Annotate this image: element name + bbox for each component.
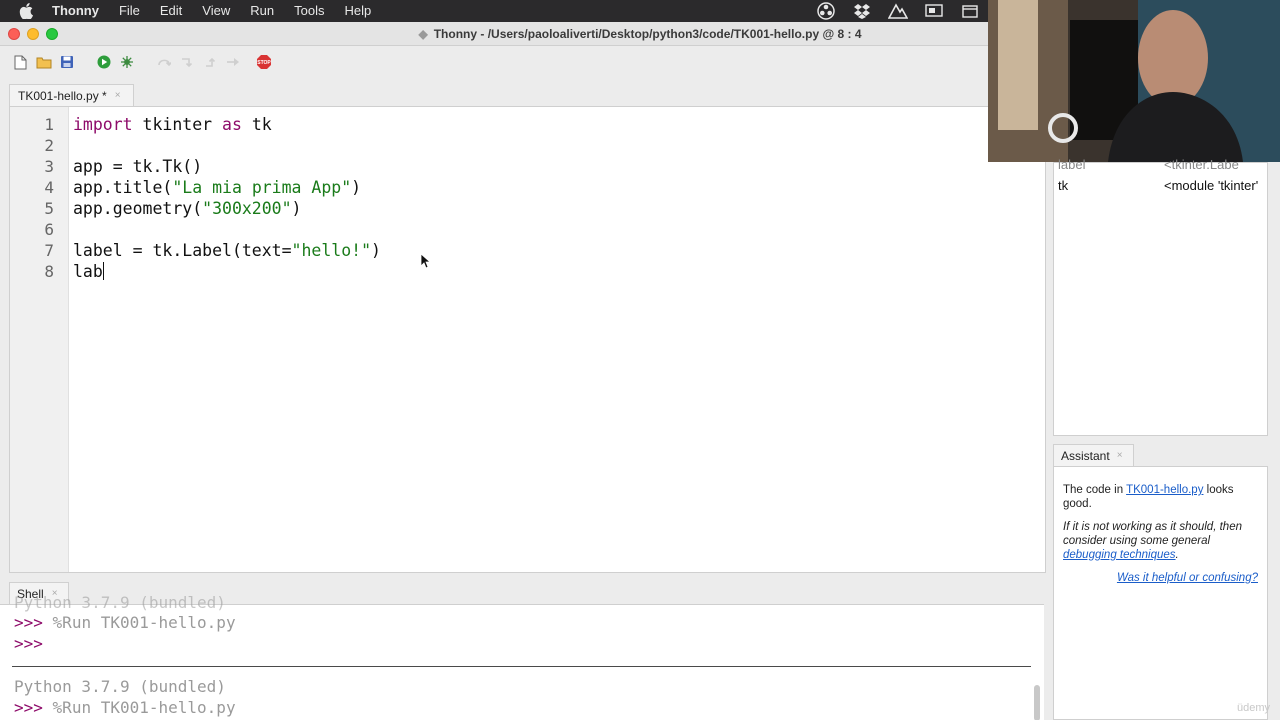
variables-panel: label <tkinter.Labe tk <module 'tkinter' [1053, 157, 1268, 436]
window-maximize-button[interactable] [46, 28, 58, 40]
step-into-icon[interactable] [178, 54, 195, 71]
open-file-button[interactable] [35, 54, 52, 71]
assistant-hint: If it is not working as it should, then … [1063, 521, 1242, 561]
save-file-button[interactable] [58, 54, 75, 71]
tab-close-icon[interactable]: × [115, 90, 121, 101]
variable-value: <tkinter.Labe [1164, 157, 1239, 172]
shell-line-prompt: >>> [14, 634, 43, 653]
menu-help[interactable]: Help [334, 0, 381, 22]
shell-console[interactable]: Python 3.7.9 (bundled) >>> %Run TK001-he… [0, 593, 1044, 720]
menu-file[interactable]: File [109, 0, 150, 22]
editor-tabs: TK001-hello.py * × [0, 84, 990, 106]
assistant-file-link[interactable]: TK001-hello.py [1126, 484, 1203, 496]
code-line-1: import tkinter as tk [73, 115, 272, 134]
shell-line-run-2: >>> %Run TK001-hello.py [14, 698, 236, 717]
window-icon[interactable] [960, 3, 980, 19]
line-number: 5 [44, 199, 54, 218]
udemy-watermark: üdemy [1236, 702, 1270, 714]
line-number: 1 [44, 115, 54, 134]
resume-icon[interactable] [224, 54, 241, 71]
variable-value: <module 'tkinter' [1164, 178, 1259, 193]
status-icons [816, 0, 980, 22]
dropbox-icon[interactable] [852, 3, 872, 19]
run-button[interactable] [95, 54, 112, 71]
assistant-panel: The code in TK001-hello.py looks good. I… [1053, 466, 1268, 720]
debug-button[interactable] [118, 54, 135, 71]
shell-output-line: Python 3.7.9 (bundled) [14, 593, 226, 612]
variable-name: label [1058, 157, 1086, 172]
menu-app-name[interactable]: Thonny [42, 0, 109, 22]
shell-line-run-1: >>> %Run TK001-hello.py [14, 613, 236, 632]
menu-run[interactable]: Run [240, 0, 284, 22]
line-number: 2 [44, 136, 54, 155]
text-caret [102, 262, 104, 280]
editor-tab-tk001[interactable]: TK001-hello.py * × [9, 84, 134, 106]
shell-version-line: Python 3.7.9 (bundled) [14, 677, 226, 696]
assistant-message: The code in TK001-hello.py looks good. [1063, 484, 1234, 510]
line-number: 4 [44, 178, 54, 197]
debugging-techniques-link[interactable]: debugging techniques [1063, 549, 1176, 561]
line-number: 3 [44, 157, 54, 176]
line-number: 6 [44, 220, 54, 239]
toolbar: STOP [0, 47, 990, 77]
code-line-8: lab [73, 262, 104, 281]
feedback-link[interactable]: Was it helpful or confusing? [1063, 571, 1258, 585]
code-line-5: app.geometry("300x200") [73, 199, 302, 218]
shell-scrollbar[interactable] [1034, 685, 1040, 720]
step-out-icon[interactable] [201, 54, 218, 71]
menu-edit[interactable]: Edit [150, 0, 192, 22]
line-number: 8 [44, 262, 54, 281]
stop-button[interactable]: STOP [255, 54, 272, 71]
new-file-button[interactable] [12, 54, 29, 71]
variable-name[interactable]: tk [1058, 178, 1068, 193]
shell-restart-divider [12, 666, 1031, 667]
code-editor[interactable]: 1 2 3 4 5 6 7 8 import tkinter as tk app… [9, 106, 1046, 573]
code-line-4: app.title("La mia prima App") [73, 178, 362, 197]
line-number-gutter: 1 2 3 4 5 6 7 8 [10, 107, 69, 572]
svg-text:STOP: STOP [257, 60, 271, 66]
webcam-overlay [988, 0, 1280, 162]
screen-share-icon[interactable] [924, 3, 944, 19]
assistant-tab[interactable]: Assistant × [1053, 444, 1134, 466]
mountain-icon[interactable] [888, 3, 908, 19]
window-title-bar [0, 22, 990, 46]
apple-menu-icon[interactable] [16, 0, 36, 22]
code-line-3: app = tk.Tk() [73, 157, 203, 176]
menu-view[interactable]: View [192, 0, 240, 22]
code-line-7: label = tk.Label(text="hello!") [73, 241, 381, 260]
editor-tab-label: TK001-hello.py * [18, 88, 107, 103]
tab-close-icon[interactable]: × [1117, 450, 1123, 461]
window-close-button[interactable] [8, 28, 20, 40]
assistant-tab-label: Assistant [1061, 448, 1110, 463]
line-number: 7 [44, 241, 54, 260]
mouse-pointer-icon [420, 253, 432, 274]
window-minimize-button[interactable] [27, 28, 39, 40]
obs-icon[interactable] [816, 2, 836, 20]
menu-tools[interactable]: Tools [284, 0, 334, 22]
step-over-icon[interactable] [155, 54, 172, 71]
